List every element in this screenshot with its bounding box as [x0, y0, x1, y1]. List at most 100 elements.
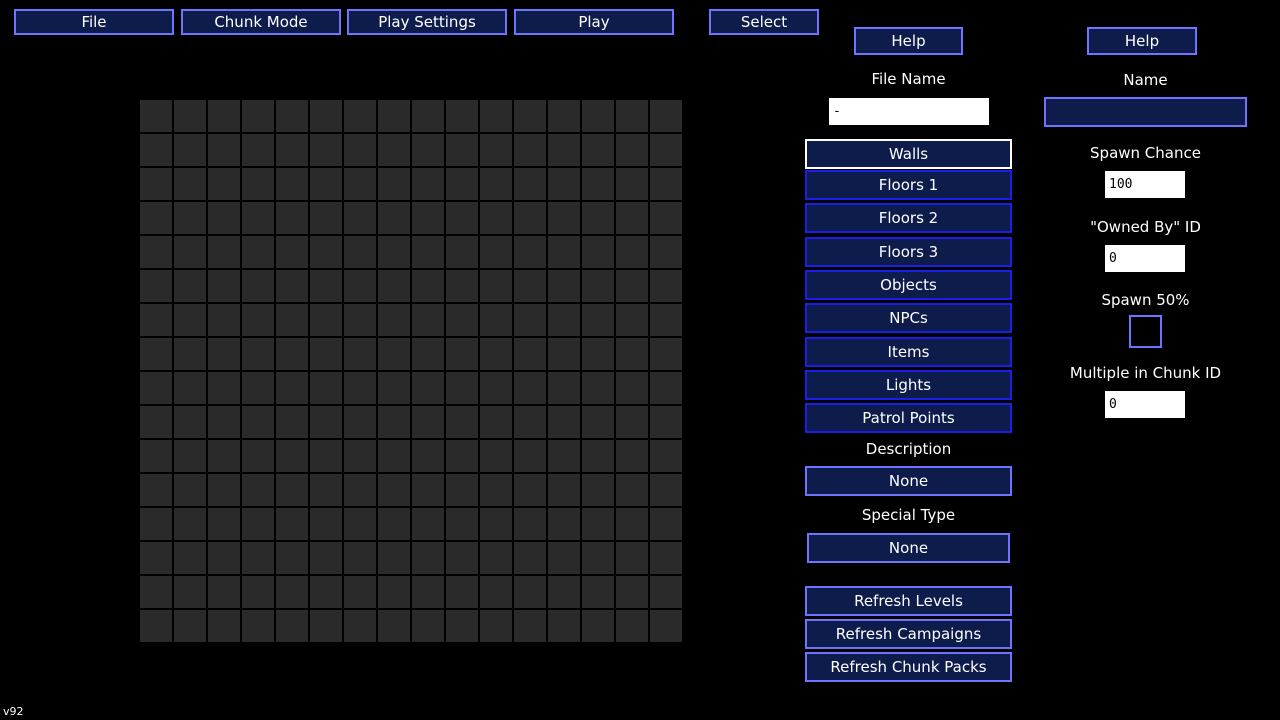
grid-cell[interactable] [208, 610, 242, 644]
grid-cell[interactable] [310, 542, 344, 576]
grid-cell[interactable] [140, 474, 174, 508]
grid-cell[interactable] [514, 440, 548, 474]
grid-cell[interactable] [548, 338, 582, 372]
grid-cell[interactable] [276, 100, 310, 134]
category-floors-3[interactable]: Floors 3 [805, 237, 1012, 267]
level-grid[interactable] [140, 100, 684, 644]
grid-cell[interactable] [208, 202, 242, 236]
grid-cell[interactable] [344, 542, 378, 576]
category-objects[interactable]: Objects [805, 270, 1012, 300]
grid-cell[interactable] [276, 406, 310, 440]
grid-cell[interactable] [242, 134, 276, 168]
grid-cell[interactable] [650, 406, 684, 440]
grid-cell[interactable] [242, 372, 276, 406]
owned-by-id-input[interactable]: 0 [1105, 245, 1185, 272]
grid-cell[interactable] [378, 406, 412, 440]
category-npcs[interactable]: NPCs [805, 303, 1012, 333]
grid-cell[interactable] [480, 270, 514, 304]
grid-cell[interactable] [446, 236, 480, 270]
grid-cell[interactable] [310, 270, 344, 304]
grid-cell[interactable] [412, 508, 446, 542]
grid-cell[interactable] [548, 610, 582, 644]
grid-cell[interactable] [140, 236, 174, 270]
grid-cell[interactable] [548, 168, 582, 202]
grid-cell[interactable] [412, 202, 446, 236]
grid-cell[interactable] [242, 576, 276, 610]
grid-cell[interactable] [446, 406, 480, 440]
grid-cell[interactable] [650, 542, 684, 576]
grid-cell[interactable] [446, 474, 480, 508]
grid-cell[interactable] [446, 508, 480, 542]
grid-cell[interactable] [514, 372, 548, 406]
grid-cell[interactable] [140, 168, 174, 202]
grid-cell[interactable] [276, 304, 310, 338]
grid-cell[interactable] [140, 576, 174, 610]
grid-cell[interactable] [446, 304, 480, 338]
grid-cell[interactable] [242, 610, 276, 644]
category-patrol-points[interactable]: Patrol Points [805, 403, 1012, 433]
grid-cell[interactable] [650, 338, 684, 372]
grid-cell[interactable] [140, 134, 174, 168]
grid-cell[interactable] [514, 576, 548, 610]
grid-cell[interactable] [548, 508, 582, 542]
grid-cell[interactable] [514, 304, 548, 338]
grid-cell[interactable] [650, 610, 684, 644]
grid-cell[interactable] [276, 508, 310, 542]
grid-cell[interactable] [412, 168, 446, 202]
grid-cell[interactable] [582, 508, 616, 542]
grid-cell[interactable] [480, 576, 514, 610]
select-button[interactable]: Select [709, 9, 819, 35]
grid-cell[interactable] [378, 338, 412, 372]
grid-cell[interactable] [650, 168, 684, 202]
grid-cell[interactable] [310, 168, 344, 202]
grid-cell[interactable] [174, 576, 208, 610]
grid-cell[interactable] [480, 236, 514, 270]
grid-cell[interactable] [514, 474, 548, 508]
grid-cell[interactable] [616, 542, 650, 576]
grid-cell[interactable] [582, 474, 616, 508]
grid-cell[interactable] [276, 372, 310, 406]
help-button-left[interactable]: Help [854, 27, 963, 55]
play-settings-button[interactable]: Play Settings [347, 9, 507, 35]
grid-cell[interactable] [650, 372, 684, 406]
name-input[interactable] [1044, 97, 1247, 127]
grid-cell[interactable] [412, 134, 446, 168]
grid-cell[interactable] [582, 236, 616, 270]
category-items[interactable]: Items [805, 337, 1012, 367]
grid-cell[interactable] [548, 576, 582, 610]
grid-cell[interactable] [344, 406, 378, 440]
grid-cell[interactable] [344, 304, 378, 338]
file-name-input[interactable]: - [829, 98, 989, 125]
grid-cell[interactable] [616, 100, 650, 134]
play-button[interactable]: Play [514, 9, 674, 35]
grid-cell[interactable] [616, 304, 650, 338]
grid-cell[interactable] [344, 100, 378, 134]
grid-cell[interactable] [412, 236, 446, 270]
grid-cell[interactable] [480, 440, 514, 474]
grid-cell[interactable] [344, 270, 378, 304]
grid-cell[interactable] [242, 202, 276, 236]
grid-cell[interactable] [480, 134, 514, 168]
grid-cell[interactable] [276, 270, 310, 304]
file-menu-button[interactable]: File [14, 9, 174, 35]
grid-cell[interactable] [446, 542, 480, 576]
grid-cell[interactable] [412, 338, 446, 372]
grid-cell[interactable] [344, 372, 378, 406]
grid-cell[interactable] [140, 542, 174, 576]
grid-cell[interactable] [310, 134, 344, 168]
grid-cell[interactable] [650, 134, 684, 168]
grid-cell[interactable] [446, 372, 480, 406]
grid-cell[interactable] [514, 406, 548, 440]
grid-cell[interactable] [412, 610, 446, 644]
grid-cell[interactable] [378, 610, 412, 644]
grid-cell[interactable] [582, 372, 616, 406]
grid-cell[interactable] [548, 542, 582, 576]
grid-cell[interactable] [378, 202, 412, 236]
grid-cell[interactable] [140, 202, 174, 236]
grid-cell[interactable] [514, 610, 548, 644]
grid-cell[interactable] [446, 100, 480, 134]
category-floors-2[interactable]: Floors 2 [805, 203, 1012, 233]
grid-cell[interactable] [446, 270, 480, 304]
refresh-campaigns-button[interactable]: Refresh Campaigns [805, 619, 1012, 649]
grid-cell[interactable] [378, 168, 412, 202]
